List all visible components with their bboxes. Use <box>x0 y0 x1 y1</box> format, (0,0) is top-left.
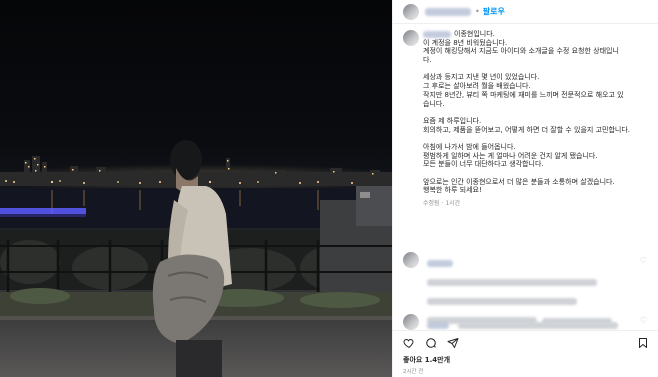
commenter-avatar[interactable] <box>403 252 419 268</box>
commenter-avatar[interactable] <box>403 314 419 330</box>
caption-line: 습니다. <box>423 99 445 108</box>
post-timestamp: 2시간 전 <box>403 369 424 375</box>
heart-outline-icon[interactable] <box>403 337 415 349</box>
edited-label: 수정됨 <box>423 200 440 208</box>
post-header: • 팔로우 <box>393 0 658 24</box>
caption-line: 회의하고, 제품을 뜯어보고, 어떻게 하면 더 잘할 수 있을지 고민합니다. <box>423 125 631 134</box>
commenter-username-blurred[interactable] <box>427 322 449 329</box>
header-separator: • <box>475 7 480 16</box>
caption-author-avatar[interactable] <box>403 30 419 46</box>
post-side-panel: • 팔로우 이종현입니다. 이 계정을 8년 비워뒀습니다. 계정이 해킹당해서… <box>392 0 658 377</box>
caption-meta: 수정됨 · 1시간 <box>423 200 655 209</box>
comment-text-blurred <box>427 298 577 305</box>
speech-bubble-icon[interactable] <box>425 337 437 349</box>
bookmark-icon[interactable] <box>637 337 649 349</box>
follow-button[interactable]: 팔로우 <box>483 6 505 17</box>
caption-line: 세상과 등지고 지낸 몇 년이 있었습니다. <box>423 73 540 82</box>
caption-line: 계정이 해킹당해서 지금도 아이디와 소개글을 수정 요청한 상태입니 <box>423 47 619 56</box>
caption-gap <box>423 134 655 143</box>
meta-separator: · <box>441 200 444 208</box>
comment-text-blurred <box>458 322 619 329</box>
caption-time: 1시간 <box>445 200 461 208</box>
author-username-blurred[interactable] <box>425 7 471 16</box>
caption-text: 이종현입니다. 이 계정을 8년 비워뒀습니다. 계정이 해킹당해서 지금도 아… <box>423 30 655 209</box>
caption-gap <box>423 108 655 117</box>
caption-line: 평범하게 일하며 사는 게 얼마나 어려운 건지 알게 됐습니다. <box>423 151 598 160</box>
caption-username-blurred[interactable] <box>423 30 451 38</box>
paper-plane-icon[interactable] <box>447 337 459 349</box>
caption-first-line: 이종현입니다. <box>423 30 655 39</box>
comment-text-blurred <box>427 279 597 286</box>
caption-line: 이종현입니다. <box>454 30 495 38</box>
caption-line: 아침에 나가서 밤에 들어옵니다. <box>423 142 516 151</box>
action-bar <box>393 330 658 352</box>
likes-count[interactable]: 좋아요 1.4만개 <box>403 355 450 365</box>
caption-line: 작지만 8년간, 뷰티 쪽 마케팅에 재미를 느끼며 전문적으로 해오고 있 <box>423 90 624 99</box>
caption-gap <box>423 169 655 178</box>
night-city-scene <box>0 140 392 377</box>
commenter-username-blurred[interactable] <box>427 260 453 267</box>
caption-line: 다. <box>423 56 432 65</box>
caption-line: 모든 분들이 너무 대단하다고 생각합니다. <box>423 160 544 169</box>
caption-line: 그 후로는 살아보려 뭘을 배웠습니다. <box>423 82 531 91</box>
caption-line: 행복한 하루 되세요! <box>423 186 482 195</box>
comment-like-icon[interactable]: ♡ <box>640 316 647 325</box>
caption-line: 요즘 제 하루입니다. <box>423 116 482 125</box>
author-avatar[interactable] <box>403 3 419 20</box>
post-photo <box>0 0 392 377</box>
post-caption: 이종현입니다. 이 계정을 8년 비워뒀습니다. 계정이 해킹당해서 지금도 아… <box>403 30 653 207</box>
comment-like-icon[interactable]: ♡ <box>640 256 647 265</box>
